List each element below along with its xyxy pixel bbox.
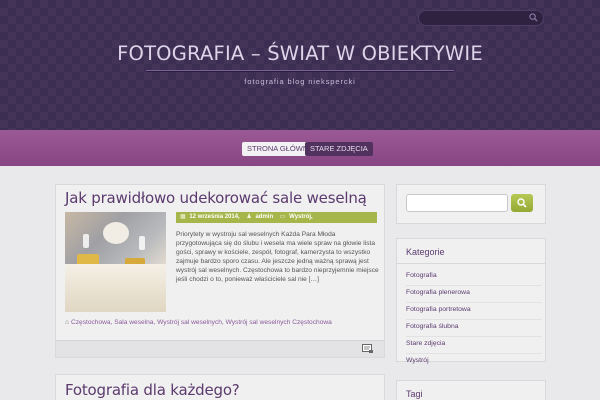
site-tagline: fotografia blog niekspercki: [244, 77, 356, 86]
widget-title: Tagi: [406, 389, 423, 399]
category-item[interactable]: Fotografia portretowa: [406, 303, 542, 320]
read-more-icon[interactable]: [362, 344, 374, 354]
post-tag-links[interactable]: Częstochowa, Sala weselna, Wystrój sal w…: [71, 319, 332, 326]
post-date: 12 września 2014,: [189, 214, 240, 220]
header-search-input[interactable]: [418, 10, 544, 26]
post-title[interactable]: Fotografia dla każdego?: [65, 381, 240, 399]
search-icon: [529, 13, 538, 22]
category-item[interactable]: Wystrój: [406, 354, 542, 371]
post-category[interactable]: Wystrój,: [289, 212, 313, 223]
search-button[interactable]: [511, 194, 533, 212]
tags-widget: Tagi: [396, 380, 546, 400]
post-author[interactable]: admin: [255, 212, 273, 223]
post-article: Jak prawidłowo udekorować sale weselną ▦…: [55, 184, 385, 358]
category-list: Fotografia Fotografia plenerowa Fotograf…: [406, 269, 542, 371]
post-tags: ⌂ Częstochowa, Sala weselna, Wystrój sal …: [65, 319, 383, 326]
sidebar-search: [396, 184, 546, 224]
calendar-icon: ▦: [180, 214, 186, 220]
post-title[interactable]: Jak prawidłowo udekorować sale weselną: [65, 189, 367, 207]
post-thumbnail[interactable]: [65, 212, 166, 312]
widget-title: Kategorie: [406, 247, 445, 257]
title-divider: [146, 70, 454, 72]
categories-widget: Kategorie Fotografia Fotografia plenerow…: [396, 238, 546, 364]
post-excerpt: Priorytety w wystroju sal weselnych Każd…: [176, 231, 379, 284]
category-item[interactable]: Fotografia ślubna: [406, 320, 542, 337]
post-article: Fotografia dla każdego?: [55, 374, 385, 400]
category-item[interactable]: Fotografia: [406, 269, 542, 286]
site-title[interactable]: Fotografia – świat w obiektywie: [0, 42, 600, 65]
site-header: Fotografia – świat w obiektywie fotograf…: [0, 0, 600, 130]
nav-item-old-photos[interactable]: Stare zdjęcia: [305, 142, 373, 156]
post-footer: [56, 340, 384, 357]
tag-icon: ⌂: [65, 319, 69, 326]
search-icon: [517, 198, 527, 208]
category-item[interactable]: Stare zdjęcia: [406, 337, 542, 354]
category-item[interactable]: Fotografia plenerowa: [406, 286, 542, 303]
user-icon: ♟: [246, 214, 252, 220]
post-meta: ▦ 12 września 2014, ♟ admin ▭ Wystrój,: [176, 212, 377, 223]
sidebar-search-input[interactable]: [406, 194, 508, 212]
main-nav: Strona główna Stare zdjęcia: [0, 130, 600, 166]
folder-icon: ▭: [279, 214, 286, 220]
